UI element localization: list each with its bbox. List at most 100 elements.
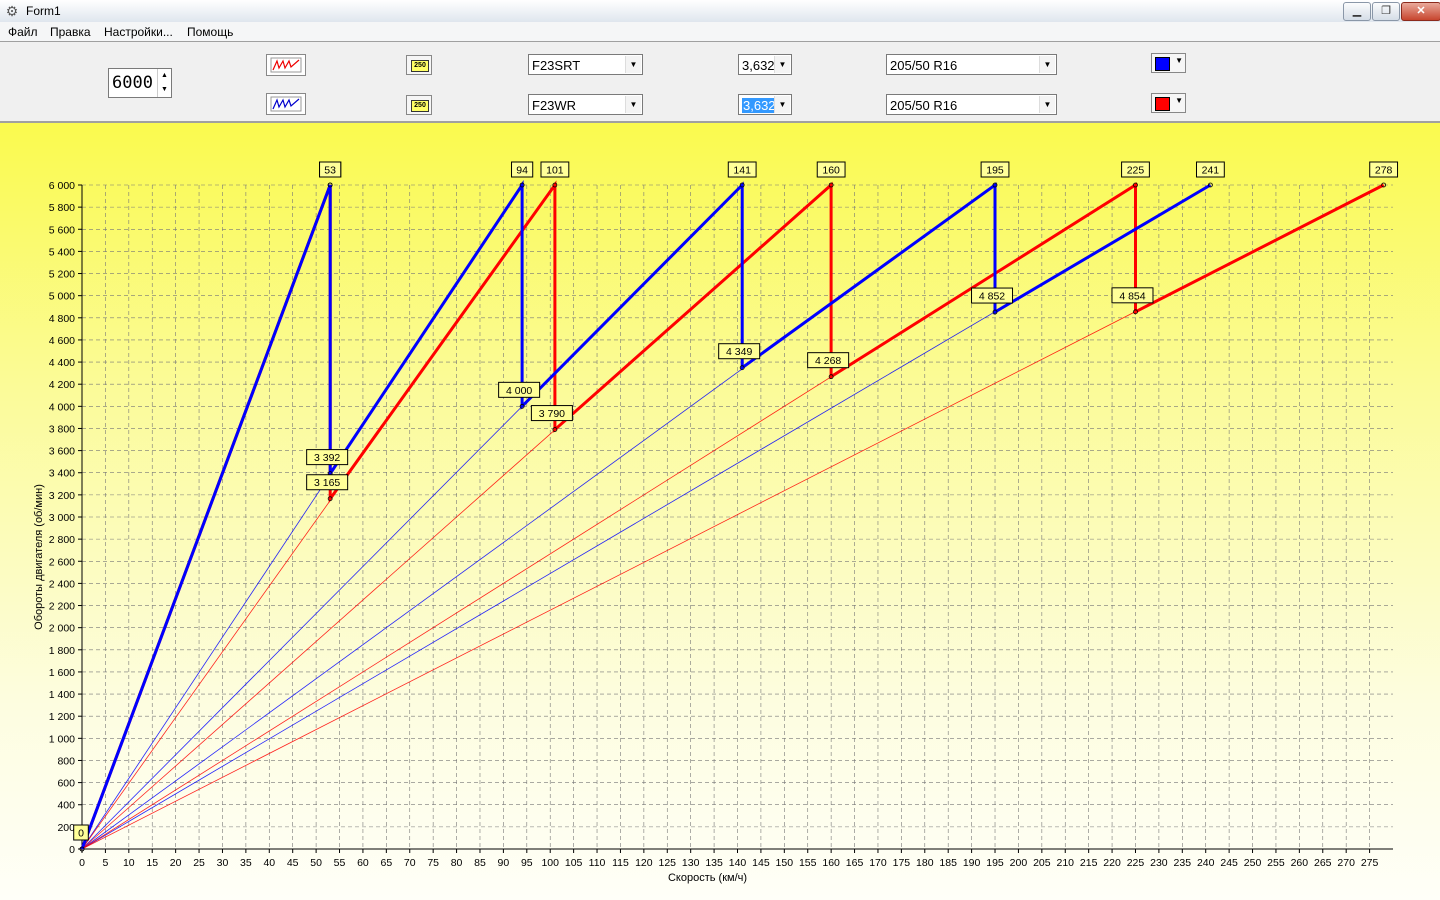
gearbox-select-2[interactable]: F23WR ▼ bbox=[528, 94, 643, 115]
max-rpm-spinner[interactable]: 6000 ▲ ▼ bbox=[108, 68, 172, 98]
shift-rpm-label-text: 4 852 bbox=[979, 291, 1005, 303]
shift-rpm-label: 3 165 bbox=[306, 474, 349, 491]
final-drive-select-2[interactable]: 3,632 ▼ bbox=[738, 94, 792, 115]
x-tick-label: 240 bbox=[1197, 857, 1215, 869]
minimize-button[interactable]: ▁ bbox=[1343, 2, 1371, 21]
top-speed-label: 225 bbox=[1121, 161, 1150, 178]
chart-view-button-2[interactable] bbox=[266, 93, 306, 115]
chevron-down-icon[interactable]: ▼ bbox=[774, 56, 790, 73]
max-rpm-value[interactable]: 6000 bbox=[112, 73, 153, 93]
shift-rpm-label-text: 4 854 bbox=[1119, 290, 1145, 302]
x-tick-label: 235 bbox=[1174, 857, 1192, 869]
labels-toggle-button-2[interactable]: 250 bbox=[406, 95, 432, 115]
gear-icon[interactable]: ⚙ bbox=[4, 3, 20, 19]
y-tick-label: 2 200 bbox=[49, 601, 75, 613]
close-button[interactable]: ✕ bbox=[1401, 2, 1440, 21]
x-tick-label: 195 bbox=[986, 857, 1004, 869]
final-drive-select-1[interactable]: 3,632 ▼ bbox=[738, 54, 792, 75]
top-speed-label-text: 195 bbox=[986, 165, 1004, 177]
y-tick-label: 2 400 bbox=[49, 578, 75, 590]
x-tick-label: 255 bbox=[1267, 857, 1285, 869]
shift-rpm-label: 4 852 bbox=[971, 287, 1014, 304]
color-picker-2[interactable]: ▼ bbox=[1151, 93, 1186, 113]
x-tick-label: 145 bbox=[752, 857, 770, 869]
y-tick-label: 4 800 bbox=[49, 313, 75, 325]
y-tick-label: 5 800 bbox=[49, 202, 75, 214]
y-tick-label: 3 600 bbox=[49, 446, 75, 458]
origin-label: 0 bbox=[73, 824, 89, 841]
x-tick-label: 200 bbox=[1010, 857, 1028, 869]
y-tick-label: 4 600 bbox=[49, 335, 75, 347]
tire-select-1[interactable]: 205/50 R16 ▼ bbox=[886, 54, 1057, 75]
x-tick-label: 165 bbox=[846, 857, 864, 869]
x-tick-label: 175 bbox=[893, 857, 911, 869]
x-tick-label: 30 bbox=[217, 857, 229, 869]
top-speed-label: 160 bbox=[816, 161, 846, 178]
x-tick-label: 35 bbox=[240, 857, 252, 869]
y-tick-label: 1 600 bbox=[49, 667, 75, 679]
y-tick-label: 1 800 bbox=[49, 645, 75, 657]
menu-settings[interactable]: Настройки... bbox=[104, 25, 173, 39]
x-tick-label: 20 bbox=[170, 857, 182, 869]
top-speed-label: 241 bbox=[1195, 161, 1225, 178]
color-swatch-red bbox=[1155, 97, 1170, 111]
menu-edit[interactable]: Правка bbox=[50, 25, 91, 39]
y-tick-label: 1 200 bbox=[49, 711, 75, 723]
menu-help[interactable]: Помощь bbox=[187, 25, 233, 39]
rpm-speed-chart: 0 5 10 15 20 25 30 35 40 45 50 55 60 65 70 75 80 85 90 95 10… bbox=[0, 123, 1440, 900]
menu-file[interactable]: Файл bbox=[8, 25, 38, 39]
tire-select-2[interactable]: 205/50 R16 ▼ bbox=[886, 94, 1057, 115]
chart-svg: 0 5 10 15 20 25 30 35 40 45 50 55 60 65 70 75 80 85 90 95 10… bbox=[33, 161, 1399, 884]
top-speed-label-text: 94 bbox=[516, 165, 528, 177]
chevron-down-icon[interactable]: ▼ bbox=[625, 96, 641, 113]
x-tick-label: 135 bbox=[705, 857, 723, 869]
chart-view-button-1[interactable] bbox=[266, 54, 306, 76]
x-tick-label: 180 bbox=[916, 857, 934, 869]
x-tick-label: 40 bbox=[263, 857, 275, 869]
labels-toggle-button-1[interactable]: 250 bbox=[406, 55, 432, 75]
x-tick-label: 140 bbox=[729, 857, 747, 869]
gearbox-value-1: F23SRT bbox=[532, 58, 581, 73]
chevron-down-icon[interactable]: ▼ bbox=[1039, 56, 1055, 73]
top-speed-label-text: 53 bbox=[324, 165, 336, 177]
chevron-down-icon[interactable]: ▼ bbox=[625, 56, 641, 73]
x-tick-label: 260 bbox=[1291, 857, 1309, 869]
y-tick-label: 6 000 bbox=[49, 180, 75, 192]
x-tick-label: 270 bbox=[1337, 857, 1355, 869]
final-drive-value-2: 3,632 bbox=[742, 98, 777, 113]
y-tick-label: 4 200 bbox=[49, 379, 75, 391]
x-tick-label: 95 bbox=[521, 857, 533, 869]
shift-rpm-label-text: 3 392 bbox=[314, 452, 340, 464]
x-axis-label: Скорость (км/ч) bbox=[668, 872, 747, 884]
chevron-down-icon[interactable]: ▼ bbox=[1039, 96, 1055, 113]
x-tick-label: 215 bbox=[1080, 857, 1098, 869]
x-tick-label: 230 bbox=[1150, 857, 1168, 869]
x-tick-label: 100 bbox=[541, 857, 559, 869]
y-tick-label: 3 200 bbox=[49, 490, 75, 502]
gearbox-select-1[interactable]: F23SRT ▼ bbox=[528, 54, 643, 75]
color-picker-1[interactable]: ▼ bbox=[1151, 53, 1186, 73]
y-tick-label: 200 bbox=[57, 822, 75, 834]
top-speed-label: 141 bbox=[727, 161, 757, 178]
y-tick-label: 800 bbox=[57, 755, 75, 767]
top-speed-label: 278 bbox=[1369, 161, 1399, 178]
y-tick-label: 0 bbox=[69, 844, 75, 856]
top-speed-label: 53 bbox=[319, 161, 342, 178]
settings-panel: 6000 ▲ ▼ 250 F23SRT ▼ 3,632 ▼ 205/50 R16 … bbox=[0, 41, 1440, 123]
y-tick-label: 3 000 bbox=[49, 512, 75, 524]
top-speed-label-text: 241 bbox=[1202, 165, 1220, 177]
title-bar: ⚙ Form1 ▁ ❐ ✕ bbox=[0, 0, 1440, 23]
x-tick-label: 0 bbox=[79, 857, 85, 869]
chart-icon bbox=[270, 96, 302, 112]
x-tick-label: 265 bbox=[1314, 857, 1332, 869]
x-tick-label: 275 bbox=[1361, 857, 1379, 869]
shift-rpm-label-text: 3 165 bbox=[314, 477, 340, 489]
chevron-down-icon: ▼ bbox=[1175, 96, 1183, 105]
maximize-button[interactable]: ❐ bbox=[1372, 2, 1400, 21]
top-speed-label-text: 141 bbox=[733, 165, 751, 177]
y-tick-label: 5 000 bbox=[49, 291, 75, 303]
tire-value-2: 205/50 R16 bbox=[890, 98, 958, 113]
spinner-arrows[interactable]: ▲ ▼ bbox=[157, 69, 171, 97]
chevron-down-icon[interactable]: ▼ bbox=[774, 96, 790, 113]
y-tick-label: 1 000 bbox=[49, 733, 75, 745]
